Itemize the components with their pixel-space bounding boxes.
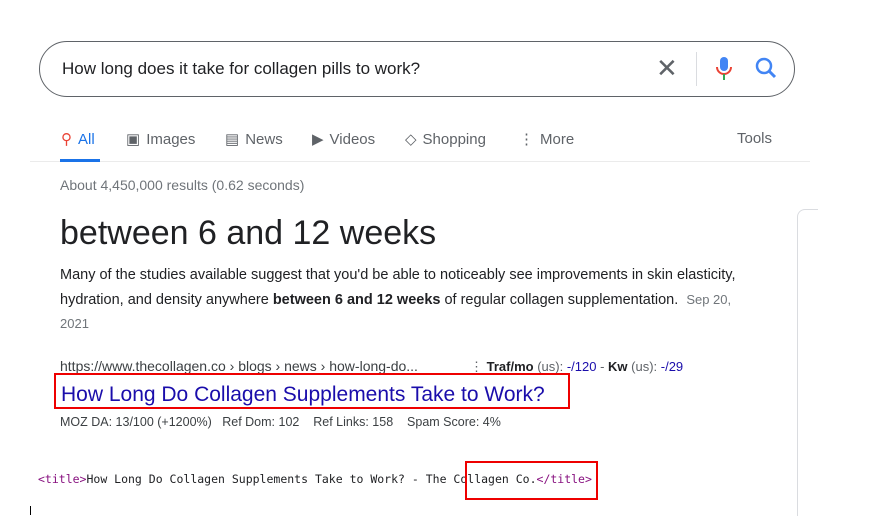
highlight-box [465, 461, 598, 500]
tab-shopping[interactable]: ◇ Shopping [405, 130, 486, 149]
tag-icon: ◇ [405, 131, 417, 148]
tab-label: Videos [329, 130, 376, 148]
keyword-region: (us): [627, 359, 661, 374]
featured-answer: between 6 and 12 weeks [60, 214, 437, 252]
search-icon[interactable] [754, 56, 778, 80]
microphone-icon[interactable] [715, 56, 733, 82]
snippet-bold: between 6 and 12 weeks [272, 291, 441, 308]
highlight-box [54, 373, 570, 409]
image-icon: ▣ [126, 131, 141, 148]
side-panel-edge [797, 209, 818, 516]
active-tab-indicator [60, 159, 100, 162]
tab-videos[interactable]: ▶ Videos [312, 130, 376, 149]
tab-label: Shopping [422, 130, 486, 148]
play-icon: ▶ [312, 131, 324, 148]
search-input[interactable]: How long does it take for collagen pills… [62, 59, 420, 79]
tabs-divider [30, 161, 810, 162]
open-tag: <title> [38, 472, 87, 486]
tools-label: Tools [737, 130, 773, 147]
keyword-label: Kw [608, 359, 628, 374]
tab-more[interactable]: ⋮ More [519, 130, 575, 149]
snippet-text: of regular collagen supplementation. [440, 291, 679, 308]
result-stats: About 4,450,000 results (0.62 seconds) [60, 177, 305, 193]
traffic-label: Traf/mo [486, 359, 534, 374]
tab-label: News [245, 130, 283, 148]
separator: - [596, 359, 609, 374]
search-icon: ⚲ [61, 131, 72, 148]
moz-metrics: MOZ DA: 13/100 (+1200%) Ref Dom: 102 Ref… [60, 415, 501, 429]
featured-snippet: Many of the studies available suggest th… [60, 263, 740, 337]
news-icon: ▤ [225, 131, 240, 148]
result-url[interactable]: https://www.thecollagen.co › blogs › new… [60, 358, 418, 374]
tab-label: Images [146, 130, 196, 148]
tools-button[interactable]: Tools [737, 130, 772, 147]
traffic-value[interactable]: -/120 [567, 359, 597, 374]
more-vert-icon[interactable]: ⋮ [470, 359, 483, 374]
tab-label: All [78, 130, 95, 148]
more-vert-icon: ⋮ [519, 131, 534, 148]
divider [696, 52, 697, 86]
text-cursor [30, 506, 31, 515]
tab-news[interactable]: ▤ News [225, 130, 283, 149]
tab-images[interactable]: ▣ Images [126, 130, 196, 149]
search-box[interactable]: How long does it take for collagen pills… [39, 41, 795, 97]
clear-icon[interactable]: ✕ [656, 54, 678, 82]
tab-all[interactable]: ⚲ All [61, 130, 95, 149]
tab-label: More [540, 130, 575, 148]
traffic-region: (us): [533, 359, 567, 374]
keyword-value[interactable]: -/29 [661, 359, 683, 374]
